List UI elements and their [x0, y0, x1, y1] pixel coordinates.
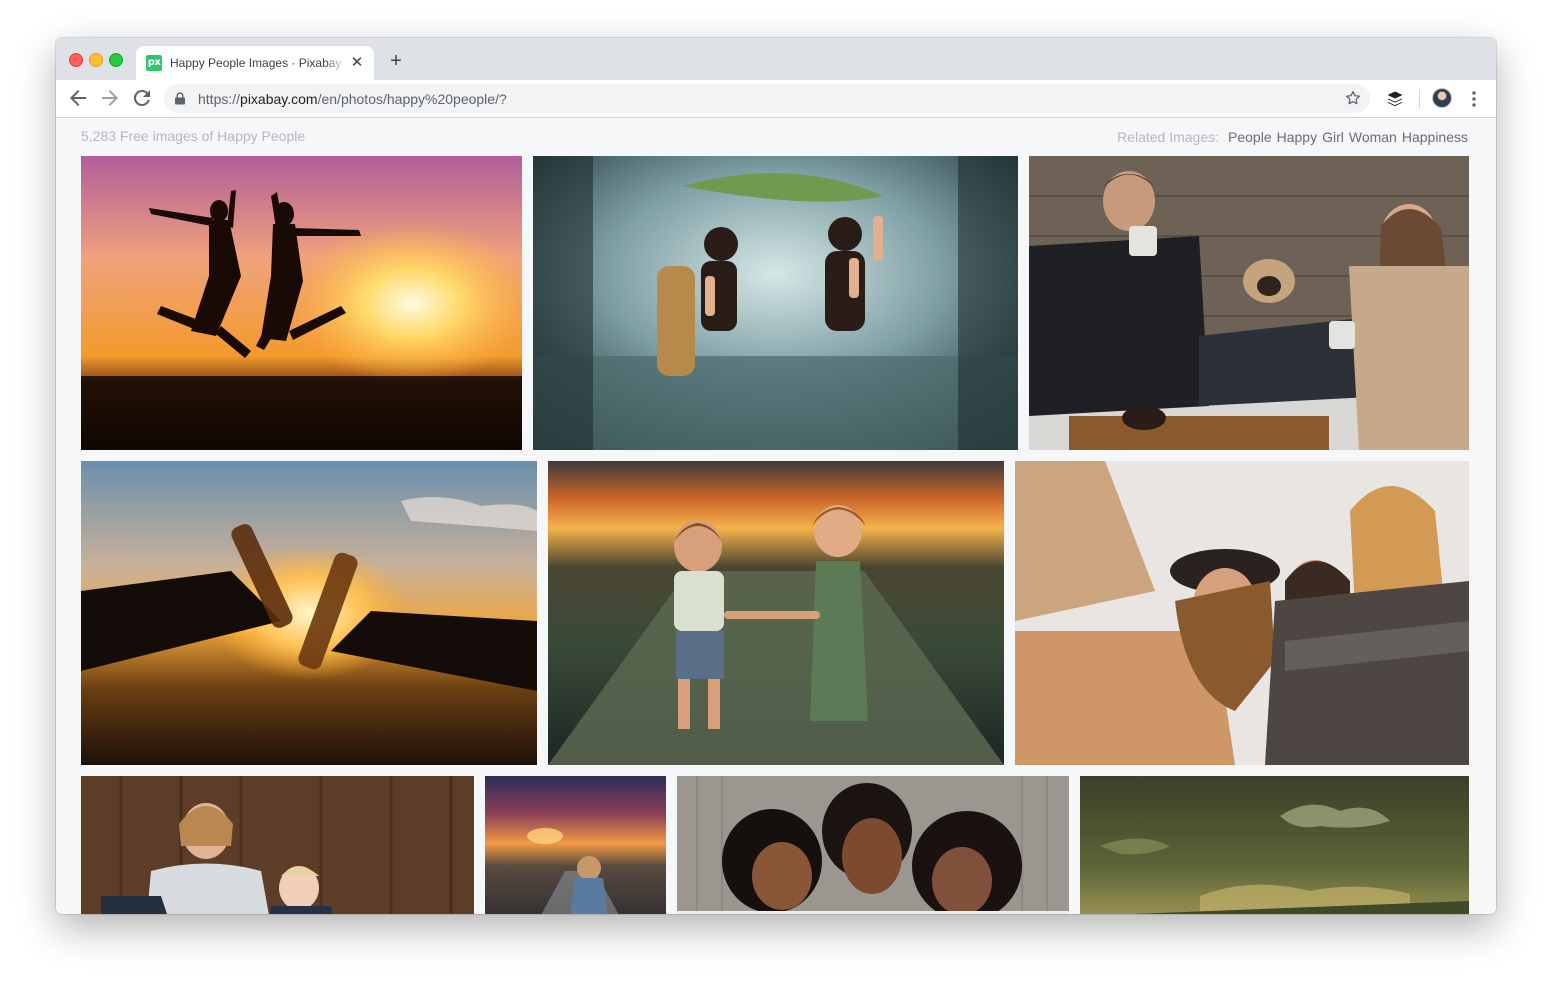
related-tag-girl[interactable]: Girl — [1322, 129, 1344, 145]
tab-close-icon[interactable]: ✕ — [348, 54, 366, 72]
photo-jumping-sunset[interactable] — [81, 156, 522, 450]
reload-icon[interactable] — [130, 86, 154, 110]
bookmark-star-icon[interactable] — [1344, 89, 1362, 107]
related-tag-woman[interactable]: Woman — [1349, 129, 1397, 145]
toolbar-divider — [1419, 90, 1420, 108]
page-content: 5,283 Free images of Happy People Relate… — [56, 118, 1496, 914]
tab-title: Happy People Images · Pixabay — [170, 56, 346, 72]
photo-three-women[interactable] — [677, 776, 1069, 914]
photo-couple-pug[interactable] — [1029, 156, 1469, 450]
results-count: 5,283 Free images of Happy People — [81, 128, 305, 144]
related-images: Related Images: People Happy Girl Woman Happi… — [1117, 129, 1468, 145]
url-text: https://pixabay.com/en/photos/happy%20pe… — [198, 91, 507, 107]
photo-green-sky[interactable] — [1080, 776, 1469, 914]
photo-women-laughing[interactable] — [1015, 461, 1469, 765]
photo-kids-holding-hands[interactable] — [548, 461, 1004, 765]
forward-arrow-icon[interactable] — [98, 86, 122, 110]
photo-beer-toast[interactable] — [81, 461, 537, 765]
profile-avatar[interactable] — [1432, 88, 1452, 108]
back-arrow-icon[interactable] — [66, 86, 90, 110]
pixabay-favicon-icon: px — [146, 55, 162, 71]
address-bar[interactable]: https://pixabay.com/en/photos/happy%20pe… — [164, 84, 1370, 113]
photo-children-rain-leaf[interactable] — [533, 156, 1018, 450]
related-tag-happy[interactable]: Happy — [1277, 129, 1317, 145]
buffer-extension-icon[interactable] — [1386, 90, 1404, 108]
tab-strip: px Happy People Images · Pixabay ✕ + — [56, 38, 1496, 80]
browser-toolbar: https://pixabay.com/en/photos/happy%20pe… — [56, 80, 1496, 118]
browser-window: px Happy People Images · Pixabay ✕ + htt… — [56, 38, 1496, 914]
related-images-label: Related Images: — [1117, 129, 1219, 145]
zoom-window-button[interactable] — [109, 53, 123, 67]
tab-pixabay[interactable]: px Happy People Images · Pixabay ✕ — [136, 46, 374, 80]
menu-dots-icon[interactable] — [1465, 89, 1483, 109]
photo-girl-sunset-road[interactable] — [485, 776, 666, 914]
related-tag-happiness[interactable]: Happiness — [1402, 129, 1468, 145]
new-tab-button[interactable]: + — [386, 51, 406, 71]
related-tag-people[interactable]: People — [1228, 129, 1272, 145]
lock-icon — [174, 92, 186, 105]
close-window-button[interactable] — [69, 53, 83, 67]
minimize-window-button[interactable] — [89, 53, 103, 67]
photo-mother-child[interactable] — [81, 776, 474, 914]
